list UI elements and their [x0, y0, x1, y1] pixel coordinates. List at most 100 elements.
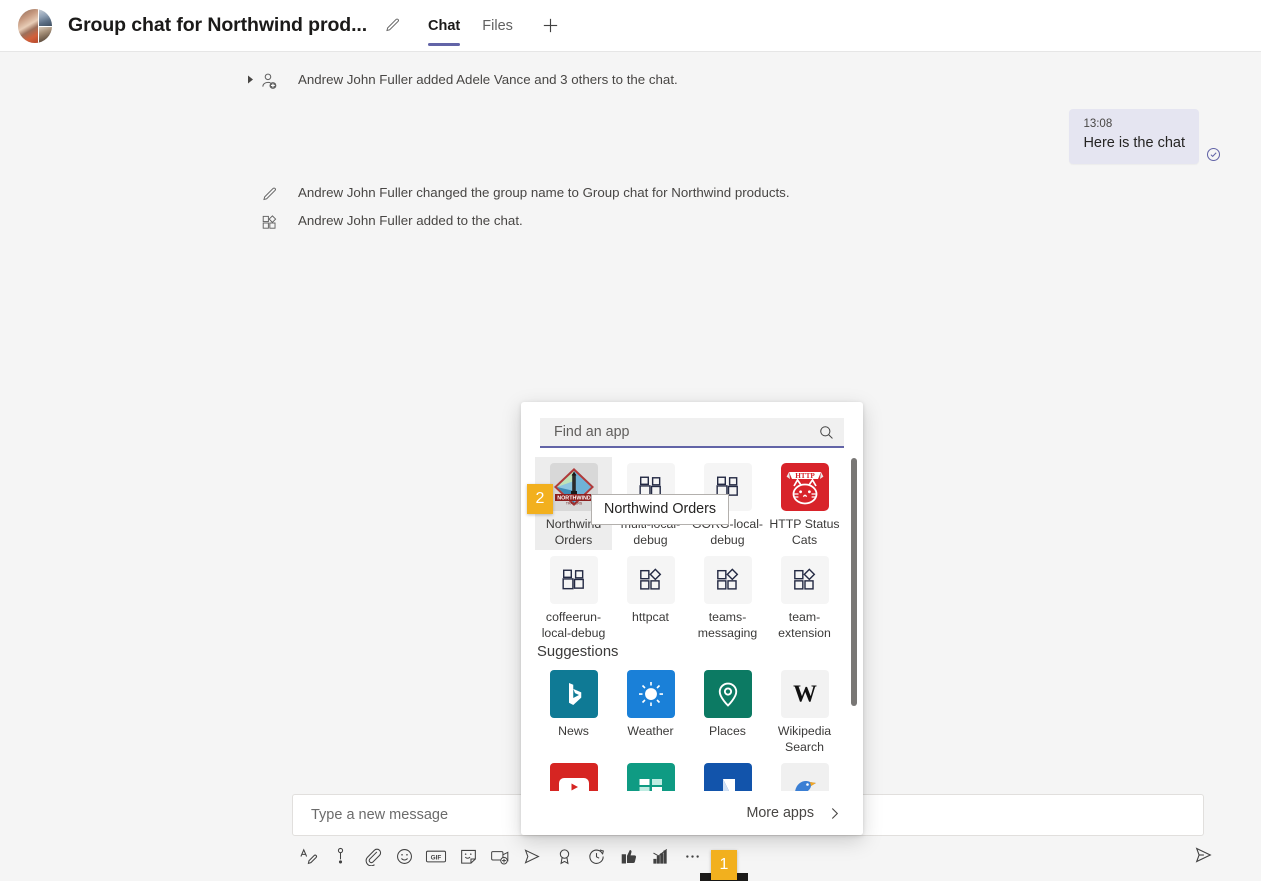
app-label: httpcat: [632, 610, 669, 624]
bird-app-icon: [780, 763, 829, 791]
tab-files-label: Files: [482, 17, 513, 34]
httpcat-app[interactable]: httpcat: [612, 550, 689, 643]
svg-text:NORTHWIND: NORTHWIND: [557, 496, 591, 502]
emoji-button[interactable]: [388, 841, 420, 871]
app-diamond-icon: [703, 556, 752, 604]
trello-board-icon: [626, 763, 675, 791]
pencil-icon: [384, 17, 401, 34]
compose-toolbar: GIF: [292, 840, 1204, 872]
step-badge-1: 1: [711, 850, 737, 880]
team-extension-app[interactable]: team-extension: [766, 550, 843, 643]
attach-file-button[interactable]: [356, 841, 388, 871]
system-message-added-members[interactable]: Andrew John Fuller added Adele Vance and…: [244, 71, 678, 91]
sticker-icon: [459, 847, 478, 866]
blue-app[interactable]: [689, 757, 766, 791]
edit-chat-name-button[interactable]: [379, 13, 405, 39]
format-button[interactable]: [292, 841, 324, 871]
priority-icon: [331, 847, 350, 866]
app-search-box[interactable]: [540, 418, 844, 448]
approvals-button[interactable]: [612, 841, 644, 871]
avatar[interactable]: [18, 8, 52, 43]
teams-app-window: Group chat for Northwind prod... Chat Fi…: [0, 0, 1261, 881]
schedule-icon: [587, 847, 606, 866]
more-icon: [683, 847, 702, 866]
system-message-text: Andrew John Fuller changed the group nam…: [298, 185, 790, 200]
app-label: News: [558, 724, 589, 738]
add-person-icon: [258, 71, 280, 91]
system-message-renamed-group: Andrew John Fuller changed the group nam…: [258, 184, 790, 204]
app-label: team-extension: [778, 610, 831, 640]
giphy-button[interactable]: GIF: [420, 841, 452, 871]
message-text: Here is the chat: [1083, 135, 1185, 151]
suggestions-heading: Suggestions: [537, 644, 619, 660]
svg-text:W: W: [793, 682, 817, 708]
more-apps-button[interactable]: More apps: [746, 805, 841, 821]
http-status-cats-app[interactable]: HTTP HTTP Status Cats: [766, 457, 843, 550]
send-button[interactable]: [1187, 840, 1219, 870]
stream-button[interactable]: [516, 841, 548, 871]
set-delivery-options-button[interactable]: [324, 841, 356, 871]
message-bubble[interactable]: 13:08 Here is the chat: [1069, 109, 1199, 164]
scrollbar-thumb[interactable]: [851, 458, 857, 706]
app-label: Wikipedia Search: [777, 724, 832, 754]
app-label: Weather: [627, 724, 674, 738]
schedule-button[interactable]: [580, 841, 612, 871]
svg-text:GIF: GIF: [431, 854, 442, 861]
app-label: Places: [709, 724, 746, 738]
youtube-icon: [549, 763, 598, 791]
system-message-text: Andrew John Fuller added to the chat.: [298, 213, 523, 228]
expand-chevron-icon[interactable]: [244, 71, 256, 87]
tab-chat[interactable]: Chat: [417, 0, 471, 52]
bird-app[interactable]: [766, 757, 843, 791]
meet-now-icon: [490, 847, 510, 866]
search-input[interactable]: [552, 423, 816, 441]
emoji-icon: [395, 847, 414, 866]
more-options-button[interactable]: [676, 841, 708, 871]
coffeerun-local-debug-app[interactable]: coffeerun-local-debug: [535, 550, 612, 643]
places-app[interactable]: Places: [689, 664, 766, 757]
more-apps-label: More apps: [746, 805, 814, 821]
app-diamond-icon: [626, 556, 675, 604]
updates-button[interactable]: [644, 841, 676, 871]
flyout-footer: More apps: [521, 791, 863, 835]
praise-button[interactable]: [548, 841, 580, 871]
app-blocks-icon: [549, 556, 598, 604]
format-text-icon: [299, 847, 318, 866]
news-app[interactable]: News: [535, 664, 612, 757]
wikipedia-search-app[interactable]: W Wikipedia Search: [766, 664, 843, 757]
search-icon[interactable]: [816, 422, 836, 442]
add-tab-button[interactable]: [536, 11, 566, 41]
trello-app[interactable]: [612, 757, 689, 791]
header-tabs: Chat Files: [417, 0, 566, 52]
svg-text:TRADERS: TRADERS: [565, 502, 582, 506]
plus-icon: [541, 16, 560, 35]
seen-check-circle-icon: [1206, 147, 1221, 162]
blue-app-icon: [703, 763, 752, 791]
vertical-scrollbar[interactable]: [851, 458, 857, 790]
places-pin-icon: [703, 670, 752, 718]
youtube-app[interactable]: [535, 757, 612, 791]
app-picker-flyout: NORTHWIND TRADERS Northwind Orders: [521, 402, 863, 835]
tab-files[interactable]: Files: [471, 0, 524, 52]
system-message-text: Andrew John Fuller added Adele Vance and…: [298, 72, 678, 87]
teams-messaging-app[interactable]: teams-messaging: [689, 550, 766, 643]
app-label: coffeerun-local-debug: [541, 610, 606, 640]
bing-news-icon: [549, 670, 598, 718]
chevron-right-icon: [828, 806, 841, 821]
http-status-cats-logo: HTTP: [780, 463, 829, 511]
stream-icon: [522, 847, 542, 866]
chart-icon: [651, 847, 670, 866]
app-tooltip: Northwind Orders: [591, 494, 730, 525]
app-label: teams-messaging: [697, 610, 758, 640]
wikipedia-icon: W: [780, 670, 829, 718]
page-title: Group chat for Northwind prod...: [68, 14, 368, 36]
app-label: HTTP Status Cats: [769, 517, 840, 547]
message-timestamp: 13:08: [1083, 118, 1113, 130]
meet-now-button[interactable]: [484, 841, 516, 871]
weather-sun-icon: [626, 670, 675, 718]
weather-app[interactable]: Weather: [612, 664, 689, 757]
praise-icon: [555, 847, 574, 866]
outgoing-message: 13:08 Here is the chat: [1069, 109, 1221, 164]
app-diamond-icon: [780, 556, 829, 604]
sticker-button[interactable]: [452, 841, 484, 871]
